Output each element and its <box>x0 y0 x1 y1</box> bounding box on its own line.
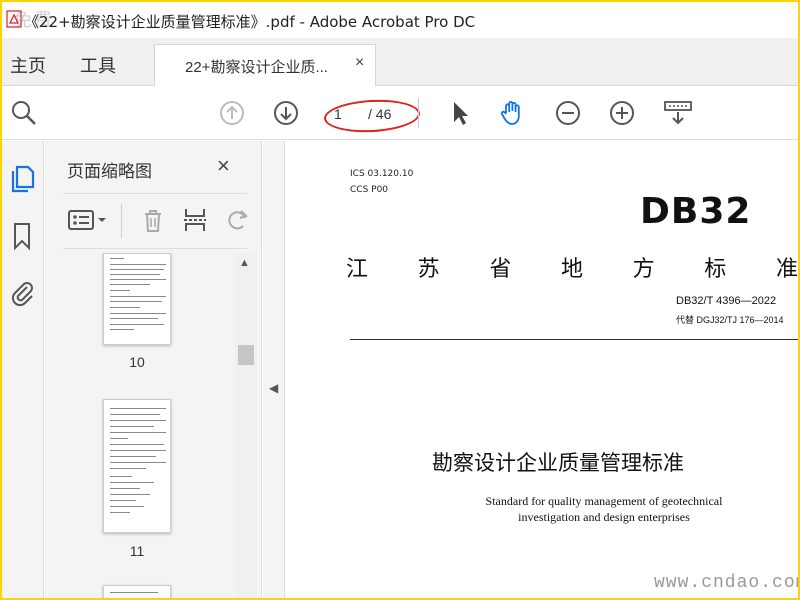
heading-char: 地 <box>560 257 583 282</box>
hand-tool-icon[interactable] <box>498 99 526 127</box>
attachment-icon[interactable] <box>8 277 36 307</box>
panel-toolbar-divider <box>121 204 122 238</box>
nav-tools[interactable]: 工具 <box>80 52 116 78</box>
scroll-up-icon[interactable]: ▲ <box>239 257 250 269</box>
extract-page-icon[interactable] <box>181 206 209 234</box>
thumbnail-page-11[interactable] <box>103 399 171 533</box>
tab-bar: 主页 工具 22+勘察设计企业质... × <box>2 38 798 87</box>
thumbnail-page-12[interactable] <box>103 585 171 598</box>
prev-page-icon[interactable] <box>218 99 246 127</box>
toolbar-divider <box>418 98 419 128</box>
fit-page-icon[interactable] <box>662 99 694 127</box>
header-rule <box>350 339 798 340</box>
document-title-english: Standard for quality management of geote… <box>436 493 772 525</box>
thumbnail-scrollbar[interactable]: ▲ <box>235 253 257 598</box>
thumbnail-options-icon[interactable] <box>67 206 109 234</box>
close-panel-icon[interactable]: × <box>217 153 230 179</box>
heading-char: 准 <box>775 257 798 282</box>
delete-page-icon[interactable] <box>139 206 167 234</box>
panel-toolbar <box>63 193 248 249</box>
heading-char: 江 <box>346 257 369 282</box>
ics-code: ICS 03.120.10 <box>350 169 414 179</box>
standard-number: DB32/T 4396—2022 <box>676 295 777 307</box>
thumbnail-page-10[interactable] <box>103 253 171 345</box>
english-title-line: investigation and design enterprises <box>518 510 690 524</box>
select-arrow-icon[interactable] <box>446 99 474 127</box>
title-bar: 免费 《22+勘察设计企业质量管理标准》.pdf - Adobe Acrobat… <box>2 2 798 38</box>
thumbnail-panel: 页面缩略图 × 10 11 ▲ <box>45 141 262 598</box>
document-title-chinese: 勘察设计企业质量管理标准 <box>432 451 684 475</box>
panel-collapse-handle[interactable]: ◀ <box>263 141 285 598</box>
thumbnail-label: 11 <box>129 543 145 559</box>
english-title-line: Standard for quality management of geote… <box>485 494 723 508</box>
thumbnail-list[interactable]: 10 11 <box>63 253 257 598</box>
zoom-out-icon[interactable] <box>554 99 582 127</box>
zoom-in-icon[interactable] <box>608 99 636 127</box>
search-zoom-icon[interactable] <box>10 99 38 127</box>
heading-char: 标 <box>704 257 727 282</box>
scrollbar-thumb[interactable] <box>238 345 254 365</box>
main-toolbar: / 46 <box>2 86 798 140</box>
thumbnail-label: 10 <box>129 354 145 370</box>
collapse-left-icon[interactable]: ◀ <box>269 381 278 395</box>
navigation-rail <box>2 141 44 598</box>
bookmark-icon[interactable] <box>8 221 36 251</box>
ccs-code: CCS P00 <box>350 185 389 195</box>
site-watermark: www.cndao.com <box>654 573 798 593</box>
next-page-icon[interactable] <box>272 99 300 127</box>
db-heading: DB32 <box>640 191 752 232</box>
nav-home[interactable]: 主页 <box>10 52 46 78</box>
heading-char: 省 <box>489 257 512 282</box>
replaces-standard: 代替 DGJ32/TJ 176—2014 <box>676 315 784 325</box>
window-title: 《22+勘察设计企业质量管理标准》.pdf - Adobe Acrobat Pr… <box>24 13 476 31</box>
document-tab-label: 22+勘察设计企业质... <box>185 59 328 76</box>
standard-type-heading: 江 苏 省 地 方 标 准 <box>346 251 798 283</box>
heading-char: 苏 <box>417 257 440 282</box>
acrobat-window: 免费 《22+勘察设计企业质量管理标准》.pdf - Adobe Acrobat… <box>2 2 798 598</box>
document-tab[interactable]: 22+勘察设计企业质... × <box>154 44 376 87</box>
close-tab-icon[interactable]: × <box>355 54 364 72</box>
rotate-page-icon[interactable] <box>223 206 251 234</box>
document-view[interactable]: ICS 03.120.10 CCS P00 DB32 江 苏 省 地 方 标 准… <box>286 141 798 598</box>
heading-char: 方 <box>632 257 655 282</box>
page-thumbnails-icon[interactable] <box>8 163 36 193</box>
panel-title: 页面缩略图 <box>67 162 152 181</box>
